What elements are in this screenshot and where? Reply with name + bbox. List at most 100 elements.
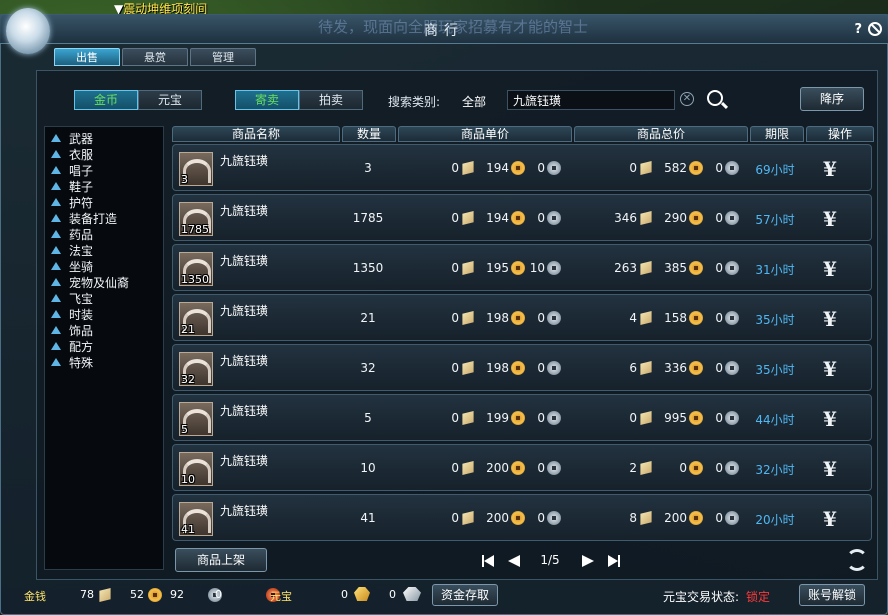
item-icon[interactable]: 1785 — [179, 202, 213, 236]
money-bound-amount: 0 — [215, 588, 222, 601]
buy-button[interactable]: ¥ — [819, 158, 841, 180]
category-item[interactable]: 装备打造 — [45, 210, 163, 226]
table-row[interactable]: 32 九旒钰璜 32 0 198 0 6 336 0 35小时 ¥ — [172, 344, 872, 391]
expand-arrow-icon[interactable] — [51, 246, 61, 254]
col-header-qty[interactable]: 数量 — [342, 126, 396, 142]
copper-coin-icon — [547, 261, 561, 275]
table-row[interactable]: 10 九旒钰璜 10 0 200 0 2 0 0 32小时 ¥ — [172, 444, 872, 491]
clear-icon[interactable]: ✕ — [680, 92, 694, 106]
search-input[interactable] — [507, 90, 675, 110]
expand-arrow-icon[interactable] — [51, 262, 61, 270]
expand-arrow-icon[interactable] — [51, 198, 61, 206]
tab-bounty[interactable]: 悬赏 — [122, 48, 188, 66]
first-page-icon[interactable] — [482, 555, 494, 567]
item-icon[interactable]: 1350 — [179, 252, 213, 286]
category-item[interactable]: 坐骑 — [45, 258, 163, 274]
total-price: 8 200 0 — [613, 511, 743, 525]
col-header-total-price[interactable]: 商品总价 — [574, 126, 748, 142]
category-item[interactable]: 衣服 — [45, 146, 163, 162]
table-row[interactable]: 3 九旒钰璜 3 0 194 0 0 582 0 69小时 ¥ — [172, 144, 872, 191]
total-silver-amount: 200 — [664, 511, 687, 525]
category-item[interactable]: 唱子 — [45, 162, 163, 178]
next-page-icon[interactable] — [582, 555, 594, 567]
item-icon[interactable]: 41 — [179, 502, 213, 536]
help-icon[interactable]: ? — [854, 22, 862, 37]
expand-arrow-icon[interactable] — [51, 166, 61, 174]
currency-gold-option[interactable]: 金币 — [74, 90, 138, 110]
buy-button[interactable]: ¥ — [819, 258, 841, 280]
category-list: 武器 衣服 唱子 鞋子 护符 装备打造 药品 法宝 坐骑 宠物及仙裔 飞宝 时装 饰品 配方 特殊 — [44, 126, 164, 570]
col-header-time[interactable]: 期限 — [750, 126, 804, 142]
buy-button[interactable]: ¥ — [819, 208, 841, 230]
category-item[interactable]: 时装 — [45, 306, 163, 322]
table-row[interactable]: 1785 九旒钰璜 1785 0 194 0 346 290 0 57小时 ¥ — [172, 194, 872, 241]
time-remaining: 35小时 — [755, 313, 795, 327]
category-item[interactable]: 飞宝 — [45, 290, 163, 306]
copper-coin-icon — [725, 361, 739, 375]
search-icon[interactable] — [707, 90, 723, 106]
unit-gold-amount: 0 — [451, 361, 459, 375]
buy-button[interactable]: ¥ — [819, 508, 841, 530]
yuanbao-label: 元宝 — [270, 590, 292, 603]
table-row[interactable]: 5 九旒钰璜 5 0 199 0 0 995 0 44小时 ¥ — [172, 394, 872, 441]
col-header-unit-price[interactable]: 商品单价 — [398, 126, 572, 142]
buy-button[interactable]: ¥ — [819, 458, 841, 480]
table-row[interactable]: 1350 九旒钰璜 1350 0 195 10 263 385 0 31小时 ¥ — [172, 244, 872, 291]
expand-arrow-icon[interactable] — [51, 134, 61, 142]
list-item-button[interactable]: 商品上架 — [175, 548, 267, 572]
expand-arrow-icon[interactable] — [51, 182, 61, 190]
item-icon[interactable]: 21 — [179, 302, 213, 336]
expand-arrow-icon[interactable] — [51, 358, 61, 366]
unit-price: 0 199 0 — [445, 411, 565, 425]
total-copper-amount: 0 — [715, 361, 723, 375]
currency-yuanbao-option[interactable]: 元宝 — [138, 90, 202, 110]
col-header-name[interactable]: 商品名称 — [172, 126, 340, 142]
category-item[interactable]: 配方 — [45, 338, 163, 354]
buy-button[interactable]: ¥ — [819, 408, 841, 430]
listing-table: 3 九旒钰璜 3 0 194 0 0 582 0 69小时 ¥1785 九旒钰璜 1785 0 194 0 34… — [172, 144, 872, 544]
tab-manage[interactable]: 管理 — [190, 48, 256, 66]
category-item[interactable]: 武器 — [45, 130, 163, 146]
buy-button[interactable]: ¥ — [819, 358, 841, 380]
buy-button[interactable]: ¥ — [819, 308, 841, 330]
total-silver-amount: 290 — [664, 211, 687, 225]
category-item[interactable]: 宠物及仙裔 — [45, 274, 163, 290]
silver-coin-icon — [511, 161, 525, 175]
category-item[interactable]: 特殊 — [45, 354, 163, 370]
expand-arrow-icon[interactable] — [51, 150, 61, 158]
expand-arrow-icon[interactable] — [51, 294, 61, 302]
mode-auction-option[interactable]: 拍卖 — [299, 90, 363, 110]
tab-sell[interactable]: 出售 — [54, 48, 120, 66]
funds-transfer-button[interactable]: 资金存取 — [432, 584, 498, 606]
prev-page-icon[interactable] — [508, 555, 520, 567]
item-icon[interactable]: 10 — [179, 452, 213, 486]
refresh-icon[interactable] — [846, 549, 868, 571]
total-price: 4 158 0 — [613, 311, 743, 325]
close-icon[interactable] — [868, 22, 882, 36]
expand-arrow-icon[interactable] — [51, 214, 61, 222]
gold-coin-icon — [462, 261, 474, 275]
expand-arrow-icon[interactable] — [51, 310, 61, 318]
item-icon[interactable]: 32 — [179, 352, 213, 386]
last-page-icon[interactable] — [608, 555, 620, 567]
mode-consign-option[interactable]: 寄卖 — [235, 90, 299, 110]
silver-coin-icon — [689, 361, 703, 375]
expand-arrow-icon[interactable] — [51, 342, 61, 350]
category-item[interactable]: 药品 — [45, 226, 163, 242]
expand-arrow-icon[interactable] — [51, 230, 61, 238]
category-item[interactable]: 法宝 — [45, 242, 163, 258]
sort-button[interactable]: 降序 — [800, 87, 864, 111]
category-item[interactable]: 饰品 — [45, 322, 163, 338]
category-item[interactable]: 鞋子 — [45, 178, 163, 194]
search-category-dropdown[interactable]: 全部 — [462, 93, 486, 110]
table-row[interactable]: 21 九旒钰璜 21 0 198 0 4 158 0 35小时 ¥ — [172, 294, 872, 341]
item-icon[interactable]: 3 — [179, 152, 213, 186]
expand-arrow-icon[interactable] — [51, 278, 61, 286]
table-row[interactable]: 41 九旒钰璜 41 0 200 0 8 200 0 20小时 ¥ — [172, 494, 872, 541]
item-icon[interactable]: 5 — [179, 402, 213, 436]
category-label: 唱子 — [69, 163, 94, 178]
account-unlock-button[interactable]: 账号解锁 — [799, 584, 865, 606]
category-item[interactable]: 护符 — [45, 194, 163, 210]
expand-arrow-icon[interactable] — [51, 326, 61, 334]
total-gold-amount: 0 — [629, 411, 637, 425]
